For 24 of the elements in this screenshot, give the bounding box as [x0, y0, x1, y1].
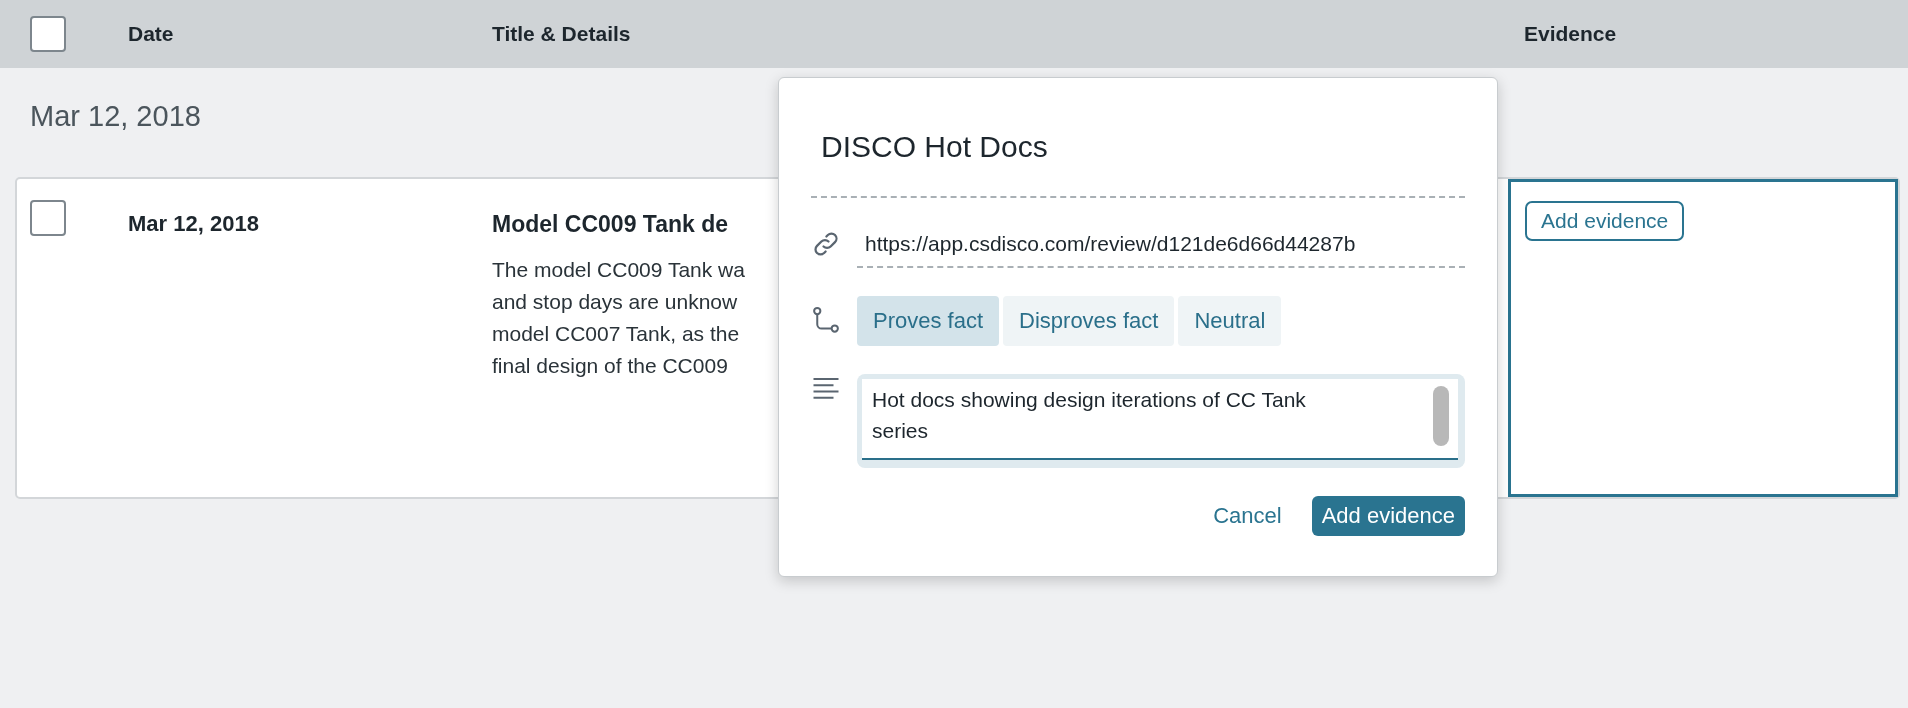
- details-text-line: model CC007 Tank, as the: [492, 321, 740, 347]
- row-title: Model CC009 Tank de: [492, 211, 729, 238]
- dialog-title: DISCO Hot Docs: [820, 130, 1049, 164]
- row-date: Mar 12, 2018: [128, 211, 259, 236]
- column-header: Evidence: [1523, 22, 1618, 46]
- stance-option[interactable]: Disproves fact: [1003, 296, 1175, 346]
- details-text-line: and stop days are unknow: [492, 289, 738, 315]
- branch-icon: [811, 306, 841, 336]
- url-field[interactable]: https://app.csdisco.com/review/d121de6d66d44287b: [857, 220, 1465, 268]
- stance-option[interactable]: Proves fact: [857, 296, 1000, 346]
- details-text-line: final design of the CC009: [492, 353, 728, 379]
- row-checkbox[interactable]: [30, 200, 66, 236]
- note-field[interactable]: Hot docs showing design iterations of CC Tank series: [857, 374, 1465, 468]
- column-header: Date: [128, 22, 175, 46]
- column-header: Title & Details: [492, 22, 632, 46]
- add-evidence-button[interactable]: Add evidence: [1525, 201, 1685, 241]
- add-evidence-submit-button[interactable]: Add evidence: [1311, 496, 1465, 536]
- link-icon: [811, 229, 841, 259]
- group-date: Mar 12, 2018: [29, 99, 202, 134]
- stance-option[interactable]: Neutral: [1178, 296, 1282, 346]
- select-all-checkbox[interactable]: [30, 16, 66, 52]
- cancel-button[interactable]: Cancel: [1213, 497, 1282, 535]
- scrollbar-thumb[interactable]: [1433, 386, 1449, 446]
- details-text-line: The model CC009 Tank wa: [492, 257, 745, 283]
